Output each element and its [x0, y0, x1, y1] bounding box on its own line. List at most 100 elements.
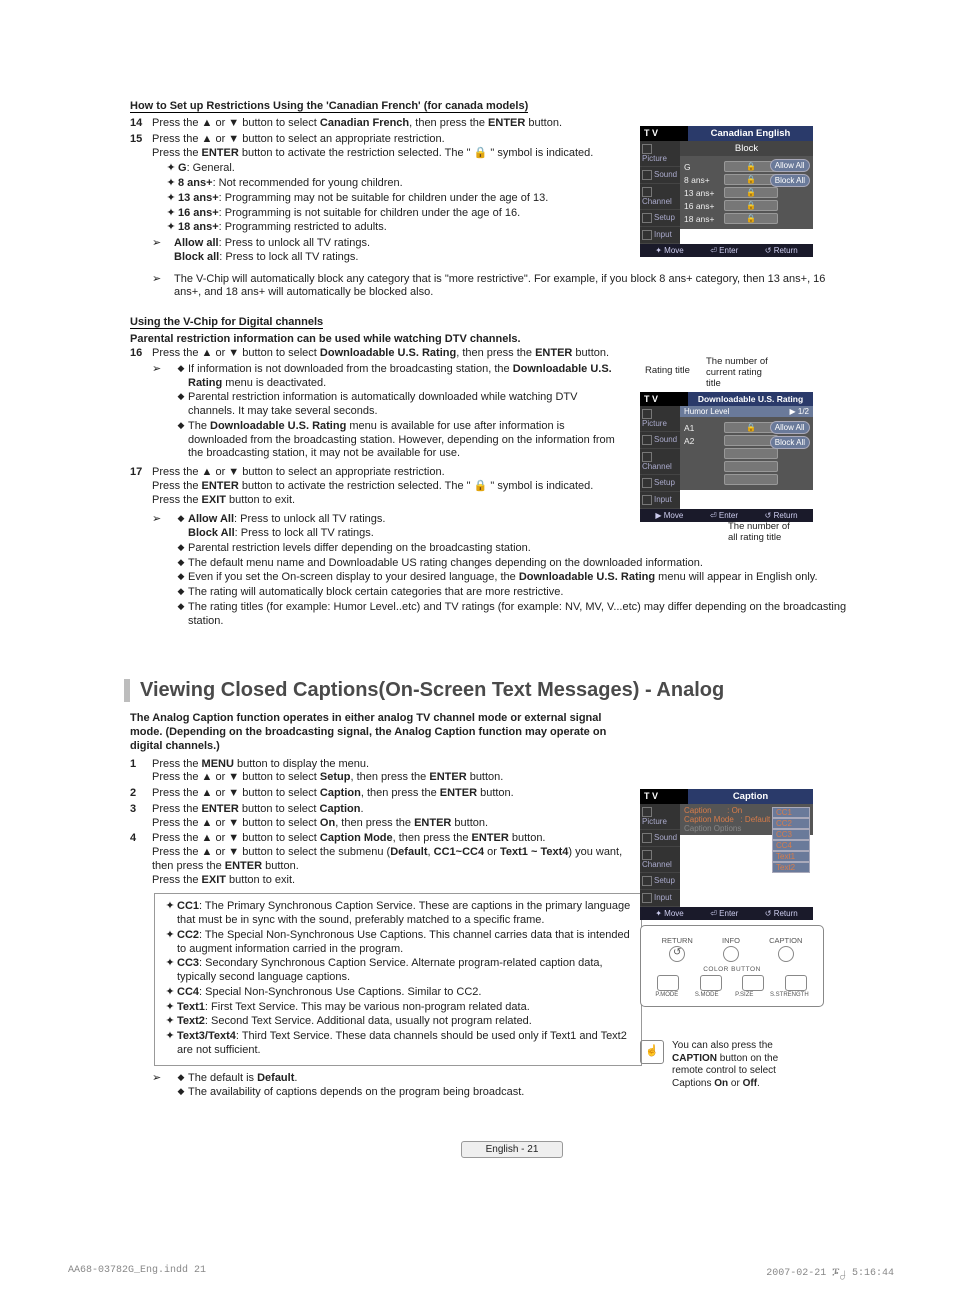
- text: Press the: [152, 494, 202, 506]
- caption-tip: ☝ You can also press the CAPTION button …: [640, 1040, 810, 1090]
- tv-allow-all-button[interactable]: Allow All: [770, 159, 810, 172]
- text: Press the: [152, 147, 202, 159]
- tv-row: 16 ans+: [684, 201, 724, 211]
- color-button-icon: [785, 975, 807, 991]
- annotation-all-rating: The number of all rating title: [728, 521, 790, 543]
- tv-logo: T V: [640, 126, 688, 141]
- footer-metadata: AA68-03782G_Eng.indd 21 2007-02-21 ᎎ႕ 5:…: [68, 1265, 894, 1280]
- text: button to activate the restriction selec…: [239, 147, 594, 159]
- tv-opt: CC1: [772, 807, 810, 818]
- tv-sidebar: Picture Sound Channel Setup Input: [640, 406, 680, 509]
- remote-diagram: RETURN INFO CAPTION COLOR BUTTON P.MODE …: [640, 925, 824, 1007]
- tv-row: G: [684, 162, 724, 172]
- tv-caption-mode-value: : Default: [740, 815, 770, 824]
- tv-mockup-downloadable-us: T VDownloadable U.S. Rating Picture Soun…: [640, 392, 813, 522]
- tv-side-channel: Channel: [642, 197, 672, 206]
- tv-footer-return: Return: [774, 246, 798, 255]
- text: Press the ▲ or ▼ button to select an app…: [152, 133, 445, 145]
- step-3: 3 Press the ENTER button to select Capti…: [130, 803, 630, 831]
- rating-label: 18 ans+: [178, 221, 219, 233]
- tv-footer-return: Return: [774, 511, 798, 520]
- color-button-icon: [657, 975, 679, 991]
- text-bold: Downloadable U.S. Rating: [320, 347, 456, 359]
- remote-psize-label: P.SIZE: [735, 992, 753, 998]
- text: The rating titles (for example: Humor Le…: [188, 601, 852, 629]
- text: menu will appear in English only.: [655, 571, 817, 583]
- tv-opt: CC4: [772, 840, 810, 851]
- text: Parental restriction levels differ depen…: [188, 542, 531, 556]
- text: : Press to unlock all TV ratings.: [219, 237, 370, 249]
- caption-intro: The Analog Caption function operates in …: [130, 712, 630, 753]
- section-title-canadian-french: How to Set up Restrictions Using the 'Ca…: [130, 100, 528, 113]
- tv-sidebar: Picture Sound Channel Setup Input: [640, 141, 680, 244]
- rating-desc: : Not recommended for young children.: [213, 177, 403, 189]
- step-1: 1 Press the MENU button to display the m…: [130, 758, 630, 786]
- tv-mockup-canadian-english: T VCanadian English Picture Sound Channe…: [640, 126, 813, 257]
- step-4: 4 Press the ▲ or ▼ button to select Capt…: [130, 832, 630, 887]
- caption-definitions-box: ✦CC1: The Primary Synchronous Caption Se…: [154, 893, 642, 1065]
- text: : Press to lock all TV ratings.: [235, 527, 374, 539]
- section-subtitle: Parental restriction information can be …: [130, 333, 894, 345]
- text: menu is deactivated.: [222, 377, 326, 389]
- text: button.: [525, 117, 562, 129]
- remote-info-label: INFO: [722, 936, 740, 945]
- step-17: 17 Press the ▲ or ▼ button to select an …: [130, 466, 620, 507]
- rating-label: 16 ans+: [178, 207, 219, 219]
- tv-menu-title: Canadian English: [688, 126, 813, 141]
- footer-file: AA68-03782G_Eng.indd 21: [68, 1265, 206, 1280]
- annotation-rating-title: Rating title: [645, 365, 690, 376]
- tv-category: Humor Level: [684, 407, 729, 416]
- text: button to activate the restriction selec…: [239, 480, 594, 492]
- text: : Press to lock all TV ratings.: [219, 251, 358, 263]
- hand-icon: ☝: [640, 1040, 664, 1064]
- remote-return-label: RETURN: [662, 936, 693, 945]
- tv-caption-row: Caption: [684, 806, 712, 815]
- return-icon: [669, 946, 685, 962]
- text: Parental restriction information is auto…: [188, 391, 620, 419]
- text: : Press to unlock all TV ratings.: [234, 513, 385, 525]
- color-button-icon: [700, 975, 722, 991]
- tv-row: A1: [684, 423, 724, 433]
- remote-sstrength-label: S.STRENGTH: [770, 992, 809, 998]
- text: Press the ▲ or ▼ button to select: [152, 117, 320, 129]
- page-number-label: English - 21: [461, 1141, 563, 1158]
- text-bold: ENTER: [202, 480, 239, 492]
- tv-opt: Text2: [772, 862, 810, 873]
- step-2: 2 Press the ▲ or ▼ button to select Capt…: [130, 787, 630, 801]
- text: Press the: [152, 480, 202, 492]
- step-number: 17: [130, 466, 152, 507]
- tv-row: 18 ans+: [684, 214, 724, 224]
- text: Press the ▲ or ▼ button to select: [152, 347, 320, 359]
- tv-side-sound: Sound: [654, 435, 677, 444]
- annotation-current-rating: The number of current rating title: [706, 356, 768, 389]
- rating-label: 8 ans+: [178, 177, 213, 189]
- tv-side-input: Input: [654, 495, 672, 504]
- tv-block-all-button[interactable]: Block All: [770, 436, 810, 449]
- tv-side-picture: Picture: [642, 154, 667, 163]
- text: If information is not downloaded from th…: [188, 363, 513, 375]
- tv-row: 13 ans+: [684, 188, 724, 198]
- rating-desc: : Programming is not suitable for childr…: [219, 207, 520, 219]
- tv-caption-value: : On: [727, 806, 742, 815]
- text-bold: EXIT: [202, 494, 226, 506]
- tv-sidebar: Picture Sound Channel Setup Input: [640, 804, 680, 907]
- text-bold: Block all: [174, 251, 219, 263]
- tv-footer-move: Move: [664, 511, 684, 520]
- tv-logo: T V: [640, 789, 688, 804]
- remote-color-label: COLOR BUTTON: [647, 966, 817, 973]
- text: The default is: [188, 1072, 257, 1084]
- tv-allow-all-button[interactable]: Allow All: [770, 421, 810, 434]
- remote-smode-label: S.MODE: [695, 992, 719, 998]
- rating-label: G: [178, 162, 187, 174]
- rating-desc: : General.: [187, 162, 235, 174]
- tv-side-channel: Channel: [642, 462, 672, 471]
- remote-pmode-label: P.MODE: [655, 992, 678, 998]
- text: .: [294, 1072, 297, 1084]
- text-bold: ENTER: [535, 347, 572, 359]
- tv-block-all-button[interactable]: Block All: [770, 174, 810, 187]
- tv-caption-mode-row: Caption Mode: [684, 815, 734, 824]
- step-15: 15 Press the ▲ or ▼ button to select an …: [130, 133, 630, 267]
- text: , then press the: [409, 117, 488, 129]
- tv-side-setup: Setup: [654, 478, 675, 487]
- text: The default menu name and Downloadable U…: [188, 557, 703, 571]
